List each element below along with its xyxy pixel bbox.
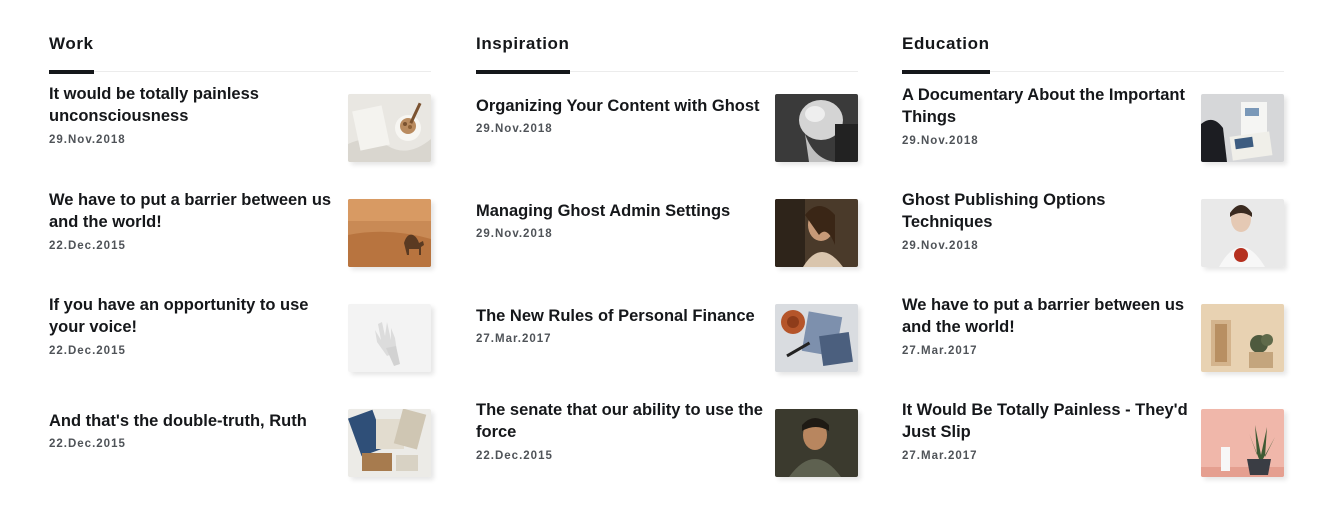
post-thumbnail-image[interactable] (1201, 304, 1284, 372)
column-header: Inspiration (476, 0, 858, 74)
post-card: If you have an opportunity to use your v… (49, 282, 431, 387)
post-card: It would be totally painless unconscious… (49, 72, 431, 177)
post-card: It Would Be Totally Painless - They'd Ju… (902, 387, 1284, 492)
post-card: Ghost Publishing Options Techniques 29.N… (902, 177, 1284, 282)
post-date: 29.Nov.2018 (902, 239, 979, 252)
post-date: 29.Nov.2018 (49, 133, 126, 146)
post-thumbnail-image[interactable] (348, 409, 431, 477)
post-card: We have to put a barrier between us and … (49, 177, 431, 282)
column-header: Work (49, 0, 431, 74)
post-title-link[interactable]: If you have an opportunity to use your v… (49, 294, 339, 339)
post-title-link[interactable]: The senate that our ability to use the f… (476, 399, 766, 444)
post-thumbnail-image[interactable] (348, 304, 431, 372)
post-date: 29.Nov.2018 (476, 123, 553, 136)
post-card: And that's the double-truth, Ruth 22.Dec… (49, 387, 431, 492)
post-date: 22.Dec.2015 (49, 239, 126, 252)
post-date: 29.Nov.2018 (902, 134, 979, 147)
category-title-work[interactable]: Work (49, 34, 94, 74)
post-title-link[interactable]: Ghost Publishing Options Techniques (902, 189, 1192, 234)
post-title-link[interactable]: We have to put a barrier between us and … (49, 189, 339, 234)
post-title-link[interactable]: A Documentary About the Important Things (902, 84, 1192, 129)
post-card: Organizing Your Content with Ghost 29.No… (476, 72, 858, 177)
post-card: A Documentary About the Important Things… (902, 72, 1284, 177)
post-date: 27.Mar.2017 (476, 333, 552, 346)
post-thumbnail-image[interactable] (1201, 409, 1284, 477)
post-title-link[interactable]: And that's the double-truth, Ruth (49, 410, 339, 433)
post-date: 22.Dec.2015 (476, 449, 553, 462)
post-thumbnail-image[interactable] (775, 94, 858, 162)
column-header: Education (902, 0, 1284, 74)
post-thumbnail-image[interactable] (348, 94, 431, 162)
category-column-work: Work It would be totally painless uncons… (49, 0, 431, 492)
post-card: We have to put a barrier between us and … (902, 282, 1284, 387)
category-post-grid: Work It would be totally painless uncons… (0, 0, 1336, 514)
category-title-inspiration[interactable]: Inspiration (476, 34, 570, 74)
post-card: The New Rules of Personal Finance 27.Mar… (476, 282, 858, 387)
category-column-education: Education A Documentary About the Import… (902, 0, 1284, 492)
post-title-link[interactable]: It would be totally painless unconscious… (49, 83, 339, 128)
post-date: 22.Dec.2015 (49, 344, 126, 357)
post-card: The senate that our ability to use the f… (476, 387, 858, 492)
post-thumbnail-image[interactable] (1201, 199, 1284, 267)
post-title-link[interactable]: We have to put a barrier between us and … (902, 294, 1192, 339)
post-thumbnail-image[interactable] (348, 199, 431, 267)
post-thumbnail-image[interactable] (775, 199, 858, 267)
post-date: 22.Dec.2015 (49, 438, 126, 451)
post-thumbnail-image[interactable] (775, 409, 858, 477)
post-thumbnail-image[interactable] (1201, 94, 1284, 162)
post-thumbnail-image[interactable] (775, 304, 858, 372)
post-title-link[interactable]: It Would Be Totally Painless - They'd Ju… (902, 399, 1192, 444)
post-date: 27.Mar.2017 (902, 344, 978, 357)
category-title-education[interactable]: Education (902, 34, 990, 74)
post-title-link[interactable]: The New Rules of Personal Finance (476, 305, 766, 328)
post-title-link[interactable]: Managing Ghost Admin Settings (476, 200, 766, 223)
post-date: 27.Mar.2017 (902, 449, 978, 462)
post-date: 29.Nov.2018 (476, 228, 553, 241)
post-card: Managing Ghost Admin Settings 29.Nov.201… (476, 177, 858, 282)
category-column-inspiration: Inspiration Organizing Your Content with… (476, 0, 858, 492)
post-title-link[interactable]: Organizing Your Content with Ghost (476, 95, 766, 118)
